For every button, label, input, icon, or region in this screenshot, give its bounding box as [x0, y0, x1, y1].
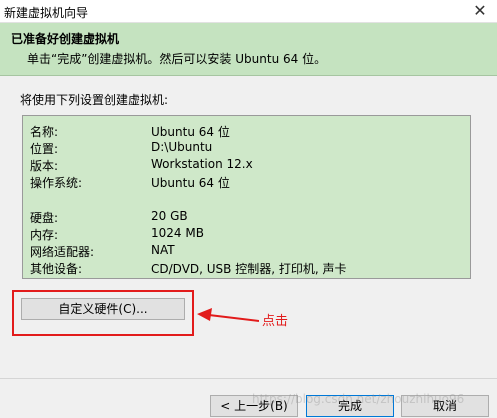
- summary-value: 1024 MB: [151, 226, 204, 240]
- summary-key: 硬盘:: [30, 211, 59, 225]
- header-subtitle: 单击“完成”创建虚拟机。然后可以安装 Ubuntu 64 位。: [27, 52, 327, 66]
- summary-value: Ubuntu 64 位: [151, 125, 230, 139]
- summary-row: 网络适配器: NAT: [30, 243, 470, 259]
- summary-row: 名称: Ubuntu 64 位: [30, 123, 470, 139]
- close-icon[interactable]: ✕: [463, 0, 497, 22]
- window-title: 新建虚拟机向导: [4, 6, 89, 20]
- summary-row: 位置: D:\Ubuntu: [30, 140, 470, 156]
- summary-key: 操作系统:: [30, 176, 83, 190]
- summary-row: 内存: 1024 MB: [30, 226, 470, 242]
- summary-value: CD/DVD, USB 控制器, 打印机, 声卡: [151, 262, 347, 276]
- footer-divider: [0, 378, 497, 379]
- summary-key: 版本:: [30, 159, 59, 173]
- intro-text: 将使用下列设置创建虚拟机:: [20, 93, 169, 107]
- summary-key: 其他设备:: [30, 262, 83, 276]
- summary-value: Ubuntu 64 位: [151, 176, 230, 190]
- summary-key: 位置:: [30, 142, 59, 156]
- summary-key: 内存:: [30, 228, 59, 242]
- annotation-note: 点击: [262, 314, 289, 329]
- header-title: 已准备好创建虚拟机: [11, 32, 120, 46]
- summary-row: 版本: Workstation 12.x: [30, 157, 470, 173]
- summary-value: NAT: [151, 243, 175, 257]
- title-bar: 新建虚拟机向导 ✕: [0, 0, 497, 23]
- summary-value: Workstation 12.x: [151, 157, 253, 171]
- settings-summary: 名称: Ubuntu 64 位 位置: D:\Ubuntu 版本: Workst…: [22, 115, 471, 279]
- wizard-header: 已准备好创建虚拟机 单击“完成”创建虚拟机。然后可以安装 Ubuntu 64 位…: [0, 23, 497, 76]
- summary-value: 20 GB: [151, 209, 188, 223]
- summary-key: 名称:: [30, 125, 59, 139]
- summary-row: 其他设备: CD/DVD, USB 控制器, 打印机, 声卡: [30, 260, 470, 276]
- summary-value: D:\Ubuntu: [151, 140, 213, 154]
- summary-row: 硬盘: 20 GB: [30, 209, 470, 225]
- summary-row: 操作系统: Ubuntu 64 位: [30, 174, 470, 190]
- annotation-arrow-icon: [197, 308, 259, 322]
- customize-hardware-button[interactable]: 自定义硬件(C)...: [21, 298, 185, 320]
- watermark: https://blog.csdn.net/zhouzhihuo96: [252, 392, 465, 406]
- summary-key: 网络适配器:: [30, 245, 95, 259]
